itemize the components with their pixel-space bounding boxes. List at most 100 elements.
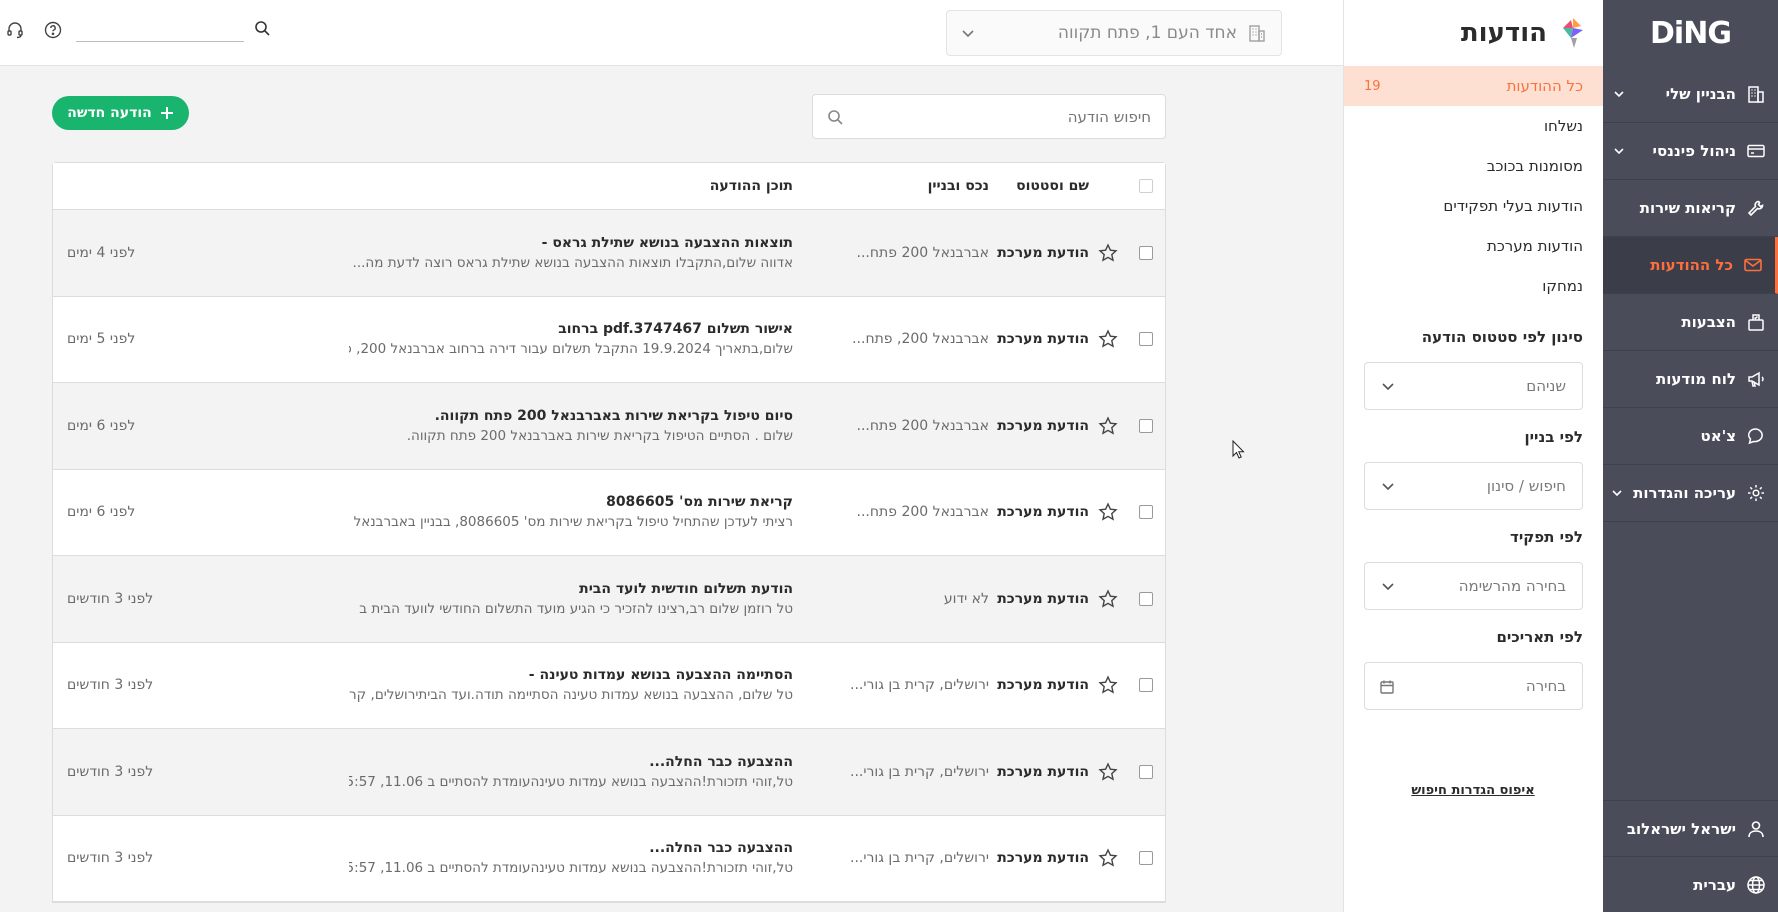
table-row[interactable]: הודעת מערכת ירושלים, קרית בן גורי... הסתיי… [53, 642, 1165, 729]
filter-select-0[interactable]: שניהם [1364, 362, 1583, 410]
message-sender-status: הודעת מערכת [997, 244, 1089, 261]
chevron-down-icon [961, 26, 975, 40]
user-name: ישראל ישראלוב [1626, 819, 1736, 838]
message-date: לפני 5 ימים [67, 331, 136, 348]
star-icon[interactable] [1098, 589, 1118, 609]
table-row[interactable]: הודעת מערכת לא ידוע הודעת תשלום חודשית לוע… [53, 556, 1165, 643]
row-checkbox[interactable] [1139, 678, 1153, 693]
global-search-input[interactable] [80, 19, 254, 36]
message-sender-status: הודעת מערכת [997, 417, 1089, 434]
folder-item-1[interactable]: נשלחו [1344, 106, 1603, 146]
filter-select-1[interactable]: חיפוש / סינון [1364, 462, 1583, 510]
globe-icon [1746, 875, 1766, 895]
calendar-icon [1380, 679, 1395, 694]
mouse-cursor-icon [1232, 440, 1245, 459]
new-message-label: הודעה חדשה [67, 105, 152, 121]
select-all-checkbox[interactable] [1139, 179, 1153, 193]
sidebar-item-label: הבניין שלי [1665, 85, 1736, 103]
filter-select-2[interactable]: בחירה מהרשימה [1364, 562, 1583, 610]
message-content: אישור תשלום pdf.3747467 ברחוב שלום,בתאריך… [349, 321, 829, 357]
table-row[interactable]: הודעת מערכת אברבנאל 200, פתח... אישור תשלו… [53, 296, 1165, 383]
sidebar-item-1[interactable]: ניהול פיננסי [1603, 123, 1778, 180]
star-icon[interactable] [1098, 502, 1118, 522]
help-icon[interactable] [44, 21, 62, 39]
building-selector[interactable]: אחד העם 1, פתח תקווה [946, 10, 1282, 56]
main-sidebar: DiNG הבניין שלי ניהול פיננסי קריאות שירות כ… [1603, 0, 1778, 912]
filter-label-0: סינון לפי סטטוס הודעה [1421, 328, 1583, 346]
message-title: קריאת שירות מס' 8086605 [606, 494, 793, 511]
search-icon[interactable] [827, 109, 843, 125]
global-search[interactable] [76, 14, 270, 42]
search-icon[interactable] [254, 20, 270, 36]
sidebar-item-7[interactable]: עריכה והגדרות [1603, 465, 1778, 522]
row-checkbox[interactable] [1139, 332, 1153, 347]
sidebar-item-label: כל ההודעות [1650, 256, 1733, 274]
row-checkbox[interactable] [1139, 764, 1153, 779]
message-title: אישור תשלום pdf.3747467 ברחוב [558, 321, 793, 338]
star-icon[interactable] [1098, 243, 1118, 263]
folder-item-0[interactable]: כל ההודעות 19 [1344, 66, 1603, 106]
row-checkbox[interactable] [1139, 418, 1153, 433]
sidebar-item-2[interactable]: קריאות שירות [1603, 180, 1778, 237]
message-asset: ירושלים, קרית בן גורי... [850, 850, 989, 867]
header-message-content[interactable]: תוכן ההודעה [349, 178, 829, 194]
folder-label: הודעות מערכת [1486, 237, 1583, 255]
folder-item-2[interactable]: מסומנות בכוכב [1344, 146, 1603, 186]
star-icon[interactable] [1098, 416, 1118, 436]
credit-card-icon [1746, 141, 1766, 161]
sidebar-item-0[interactable]: הבניין שלי [1603, 66, 1778, 123]
row-checkbox[interactable] [1139, 505, 1153, 520]
message-preview: רציתי לעדכן שהתחיל טיפול בקריאת שירות מס… [349, 514, 793, 531]
message-title: הודעת תשלום חודשית לועד הבית [579, 580, 793, 597]
message-sender-status: הודעת מערכת [997, 763, 1089, 780]
star-icon[interactable] [1098, 848, 1118, 868]
header-asset-building[interactable]: נכס ובניין [829, 178, 989, 194]
table-row[interactable]: הודעת מערכת אברבנאל 200 פתח... סיום טיפול … [53, 383, 1165, 470]
reset-search-link[interactable]: איפוס הגדרות חיפוש [1343, 783, 1603, 798]
message-content: קריאת שירות מס' 8086605 רציתי לעדכן שהתחי… [349, 494, 829, 530]
sidebar-item-3[interactable]: כל ההודעות [1603, 237, 1778, 294]
table-row[interactable]: הודעת מערכת אברבנאל 200 פתח... קריאת שירות… [53, 469, 1165, 556]
sidebar-language[interactable]: עברית [1603, 856, 1778, 912]
app-logo[interactable]: DiNG [1603, 0, 1778, 66]
folder-item-4[interactable]: הודעות מערכת [1344, 226, 1603, 266]
star-icon[interactable] [1098, 762, 1118, 782]
message-date: לפני 3 חודשים [67, 677, 154, 694]
table-body: הודעת מערכת אברבנאל 200 פתח... תוצאות ההצב… [53, 210, 1165, 902]
sidebar-item-4[interactable]: הצבעות [1603, 294, 1778, 351]
folder-item-5[interactable]: נמחקו [1344, 266, 1603, 306]
sidebar-item-5[interactable]: לוח מודעות [1603, 351, 1778, 408]
support-headset-icon[interactable] [6, 21, 24, 39]
message-sender-status: הודעת מערכת [997, 850, 1089, 867]
message-folders: כל ההודעות 19 נשלחו מסומנות בכוכב הודעות בעל… [1344, 66, 1603, 306]
plus-icon [160, 106, 174, 120]
new-message-button[interactable]: הודעה חדשה [52, 96, 189, 130]
header-name-status[interactable]: שם וסטטוס [989, 178, 1089, 194]
star-icon[interactable] [1098, 675, 1118, 695]
message-preview: טל,זוהי תזכורת!ההצבעה בנושא עמדות טעינהע… [349, 860, 793, 877]
message-search-input[interactable] [851, 107, 1151, 126]
message-asset: אברבנאל 200 פתח... [856, 417, 989, 434]
filter-select-3[interactable]: בחירה [1364, 662, 1583, 710]
sidebar-item-6[interactable]: צ'אט [1603, 408, 1778, 465]
message-date: לפני 4 ימים [67, 244, 136, 261]
row-checkbox[interactable] [1139, 245, 1153, 260]
folder-label: כל ההודעות [1506, 77, 1583, 95]
sidebar-user[interactable]: ישראל ישראלוב [1603, 800, 1778, 856]
filter-select-value: בחירה מהרשימה [1458, 577, 1566, 595]
message-content: הסתיימה ההצבעה בנושא עמדות טעינה - טל שלו… [349, 667, 829, 703]
message-asset: ירושלים, קרית בן גורי... [850, 677, 989, 694]
message-asset: ירושלים, קרית בן גורי... [850, 763, 989, 780]
message-date: לפני 6 ימים [67, 504, 136, 521]
star-icon[interactable] [1098, 329, 1118, 349]
row-checkbox[interactable] [1139, 851, 1153, 866]
message-search[interactable] [812, 94, 1166, 139]
row-checkbox[interactable] [1139, 591, 1153, 606]
chat-bubble-icon [1746, 426, 1766, 446]
message-title: ההצבעה כבר החלה... [649, 753, 793, 770]
table-row[interactable]: הודעת מערכת ירושלים, קרית בן גורי... ההצבע… [53, 729, 1165, 816]
message-date: לפני 3 חודשים [67, 850, 154, 867]
table-row[interactable]: הודעת מערכת ירושלים, קרית בן גורי... ההצבע… [53, 815, 1165, 902]
table-row[interactable]: הודעת מערכת אברבנאל 200 פתח... תוצאות ההצב… [53, 210, 1165, 297]
folder-item-3[interactable]: הודעות בעלי תפקידים [1344, 186, 1603, 226]
